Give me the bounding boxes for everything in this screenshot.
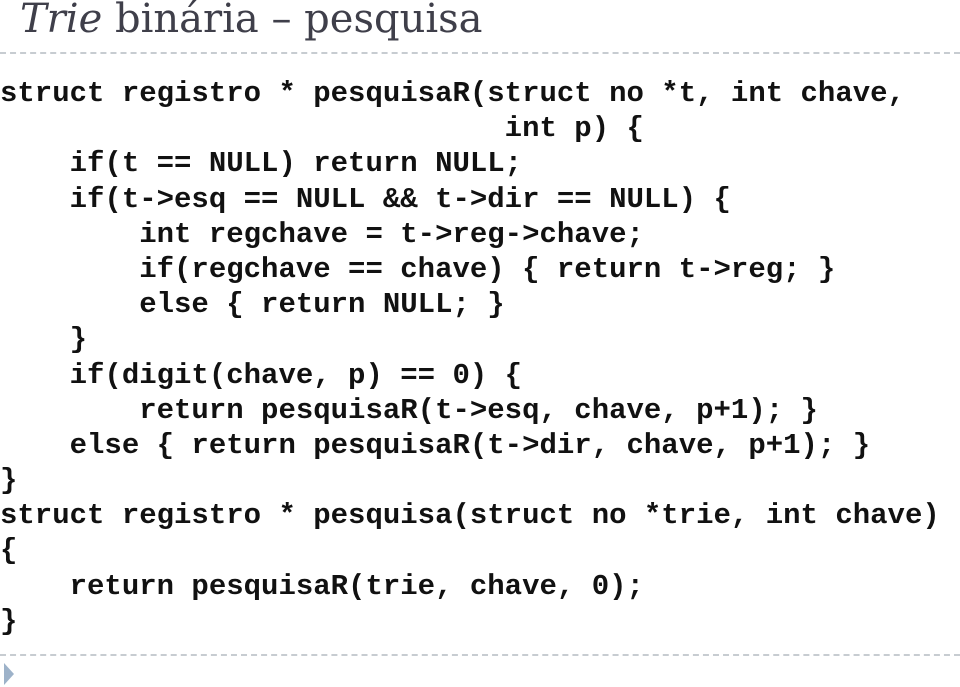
code-block: struct registro * pesquisaR(struct no *t… [0, 76, 940, 639]
slide-title-italic: Trie [20, 0, 103, 42]
code-line: if(t == NULL) return NULL; [0, 147, 523, 181]
code-line: return pesquisaR(t->esq, chave, p+1); } [0, 393, 818, 427]
code-line: } [0, 323, 88, 357]
code-line: if(regchave == chave) { return t->reg; } [0, 252, 836, 286]
code-line: if(digit(chave, p) == 0) { [0, 358, 523, 392]
code-line: int regchave = t->reg->chave; [0, 217, 644, 251]
code-line: else { return pesquisaR(t->dir, chave, p… [0, 428, 871, 462]
code-line: } [0, 464, 18, 498]
code-line: struct registro * pesquisa(struct no *tr… [0, 499, 940, 533]
footer-divider [0, 654, 960, 656]
code-line: return pesquisaR(trie, chave, 0); [0, 569, 644, 603]
title-divider [0, 52, 960, 54]
code-line: { [0, 534, 18, 568]
slide-title-rest: binária – pesquisa [102, 0, 483, 42]
code-line: struct registro * pesquisaR(struct no *t… [0, 77, 905, 110]
triangle-bullet-icon [4, 663, 14, 685]
code-line: int p) { [0, 112, 644, 146]
slide-title: Trie binária – pesquisa [20, 0, 483, 42]
code-line: else { return NULL; } [0, 288, 505, 322]
code-line: if(t->esq == NULL && t->dir == NULL) { [0, 182, 731, 216]
code-line: } [0, 604, 18, 638]
